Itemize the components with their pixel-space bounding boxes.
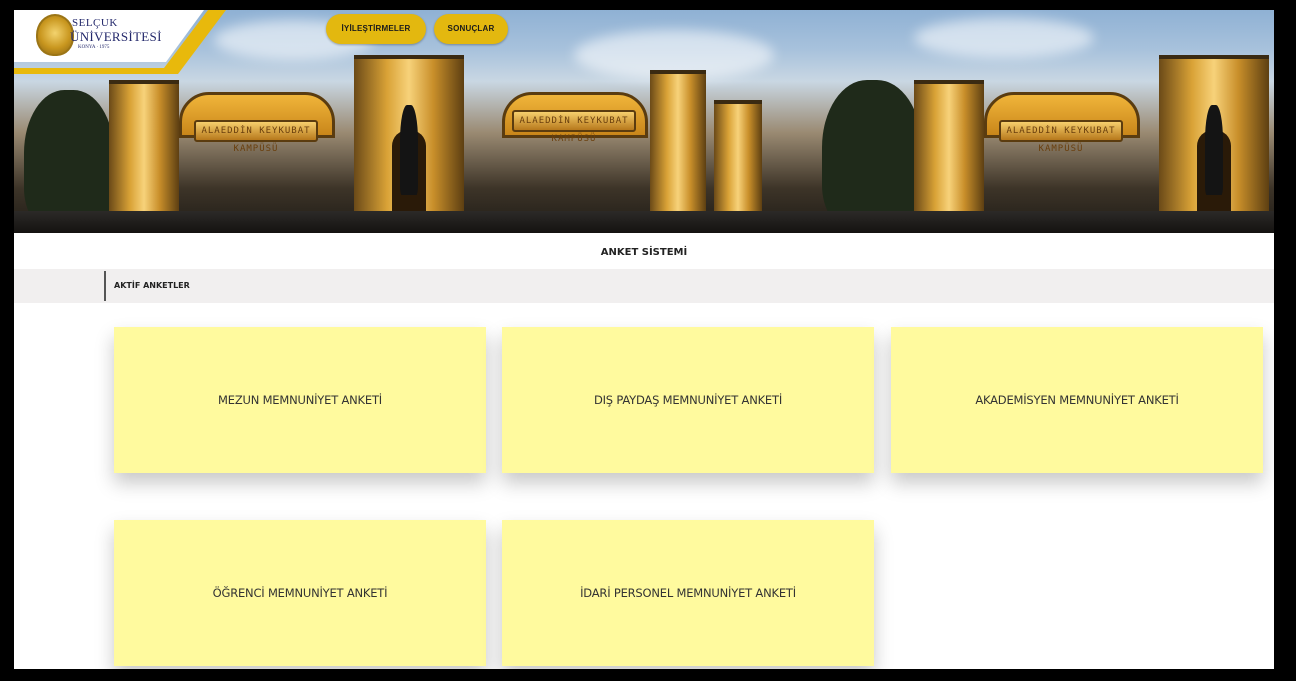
screen-frame: ALAEDDİN KEYKUBAT KAMPÜSÜ ALAEDDİN KEYKU…: [0, 0, 1296, 681]
logo-text-line2[interactable]: ÜNİVERSİTESİ: [70, 29, 162, 45]
gate-pillar: [650, 70, 706, 233]
survey-card-akademisyen[interactable]: AKADEMİSYEN MEMNUNİYET ANKETİ: [891, 327, 1263, 473]
gate-sign: ALAEDDİN KEYKUBAT KAMPÜSÜ: [194, 120, 318, 154]
logo-text-line3: KONYA · 1975: [78, 45, 110, 50]
statue: [1205, 105, 1223, 195]
gate-sign: ALAEDDİN KEYKUBAT KAMPÜSÜ: [999, 120, 1123, 154]
section-label: AKTİF ANKETLER: [104, 271, 190, 301]
statue: [400, 105, 418, 195]
cloud: [914, 18, 1094, 58]
campus-banner: ALAEDDİN KEYKUBAT KAMPÜSÜ ALAEDDİN KEYKU…: [14, 10, 1274, 233]
nav-button-iyilestirmeler[interactable]: İYİLEŞTİRMELER: [326, 14, 426, 44]
survey-card-mezun[interactable]: MEZUN MEMNUNİYET ANKETİ: [114, 327, 486, 473]
survey-card-dis-paydas[interactable]: DIŞ PAYDAŞ MEMNUNİYET ANKETİ: [502, 327, 874, 473]
tree: [822, 80, 922, 230]
tree: [24, 90, 114, 230]
road: [14, 211, 1274, 233]
section-header: AKTİF ANKETLER: [14, 269, 1274, 303]
nav-button-sonuclar[interactable]: SONUÇLAR: [434, 14, 508, 44]
survey-card-ogrenci[interactable]: ÖĞRENCİ MEMNUNİYET ANKETİ: [114, 520, 486, 666]
page-title: ANKET SİSTEMİ: [14, 236, 1274, 269]
logo-text-line1[interactable]: SELÇUK: [72, 17, 118, 29]
survey-card-idari-personel[interactable]: İDARİ PERSONEL MEMNUNİYET ANKETİ: [502, 520, 874, 666]
university-emblem-icon[interactable]: [36, 14, 74, 56]
gate-sign: ALAEDDİN KEYKUBAT KAMPÜSÜ: [512, 110, 636, 144]
